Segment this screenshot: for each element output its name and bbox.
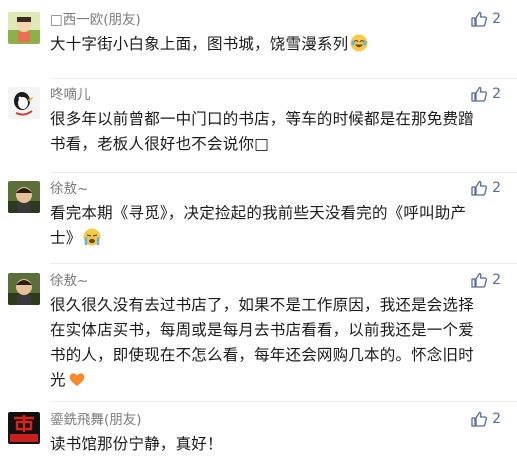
commenter-name[interactable]: 徐敖~: [50, 271, 503, 291]
separator: [50, 172, 517, 173]
like-button[interactable]: 2: [470, 179, 501, 197]
comment-line: 光: [50, 371, 66, 389]
separator: [50, 78, 517, 79]
like-count: 2: [492, 180, 501, 196]
like-count: 2: [492, 272, 501, 288]
comment-line: 士》: [50, 229, 82, 247]
comment-line: 读书馆那份宁静，真好！: [50, 435, 223, 453]
avatar[interactable]: [8, 181, 40, 213]
like-count: 2: [492, 411, 501, 427]
avatar[interactable]: [8, 273, 40, 305]
comment-text: 看完本期《寻觅》，决定捡起的我前些天没看完的《呼叫助产 士》: [50, 201, 503, 251]
separator: [50, 401, 517, 402]
comment-line: 看完本期《寻觅》，决定捡起的我前些天没看完的《呼叫助产: [50, 204, 467, 222]
like-button[interactable]: 2: [470, 10, 501, 28]
comment-line: 书的人，即使现在不怎么看，每年还会网购几本的。怀念旧时: [50, 346, 474, 364]
like-count: 2: [492, 11, 501, 27]
comment-line: 书看，老板人很好也不会说你□: [50, 135, 269, 153]
like-button[interactable]: 2: [470, 410, 501, 428]
like-count: 2: [492, 86, 501, 102]
comment-line: 很多年以前曾都一中门口的书店，等车的时候都是在那免费蹭: [50, 110, 474, 128]
orange-heart-icon: [68, 370, 86, 388]
thumbs-up-icon: [471, 272, 488, 288]
separator: [50, 263, 517, 264]
avatar[interactable]: [8, 87, 40, 119]
comment-text: 读书馆那份宁静，真好！: [50, 432, 503, 457]
comment-item: □西一欧(朋友) 大十字街小白象上面，图书城，饶雪漫系列 2: [0, 10, 517, 79]
comment-list: □西一欧(朋友) 大十字街小白象上面，图书城，饶雪漫系列 2 咚嘀儿 很多年以前…: [0, 0, 517, 464]
comment-line: 很久很久没有去过书店了，如果不是工作原因，我还是会选择: [50, 296, 474, 314]
comment-text: 大十字街小白象上面，图书城，饶雪漫系列: [50, 32, 503, 57]
comment-item: 徐敖~ 很久很久没有去过书店了，如果不是工作原因，我还是会选择 在实体店买书，每…: [0, 271, 517, 402]
commenter-name[interactable]: 徐敖~: [50, 179, 503, 199]
comment-item: 徐敖~ 看完本期《寻觅》，决定捡起的我前些天没看完的《呼叫助产 士》 2: [0, 179, 517, 264]
crying-face-icon: [83, 228, 101, 246]
commenter-name[interactable]: □西一欧(朋友): [50, 10, 503, 30]
commenter-name[interactable]: 鎏銑飛舞(朋友): [50, 410, 503, 430]
like-button[interactable]: 2: [470, 85, 501, 103]
like-button[interactable]: 2: [470, 271, 501, 289]
commenter-name[interactable]: 咚嘀儿: [50, 85, 503, 105]
comment-item: 咚嘀儿 很多年以前曾都一中门口的书店，等车的时候都是在那免费蹭 书看，老板人很好…: [0, 85, 517, 173]
thumbs-up-icon: [471, 86, 488, 102]
laughing-tears-icon: [350, 34, 368, 52]
thumbs-up-icon: [471, 411, 488, 427]
comment-line: 在实体店买书，每周或是每月去书店看看，以前我还是一个爱: [50, 321, 474, 339]
avatar[interactable]: [8, 412, 40, 444]
comment-text: 很久很久没有去过书店了，如果不是工作原因，我还是会选择 在实体店买书，每周或是每…: [50, 293, 503, 393]
thumbs-up-icon: [471, 11, 488, 27]
comment-line: 大十字街小白象上面，图书城，饶雪漫系列: [50, 35, 349, 53]
comment-text: 很多年以前曾都一中门口的书店，等车的时候都是在那免费蹭 书看，老板人很好也不会说…: [50, 107, 503, 157]
thumbs-up-icon: [471, 180, 488, 196]
avatar[interactable]: [8, 12, 40, 44]
comment-item: 鎏銑飛舞(朋友) 读书馆那份宁静，真好！ 2: [0, 410, 517, 457]
